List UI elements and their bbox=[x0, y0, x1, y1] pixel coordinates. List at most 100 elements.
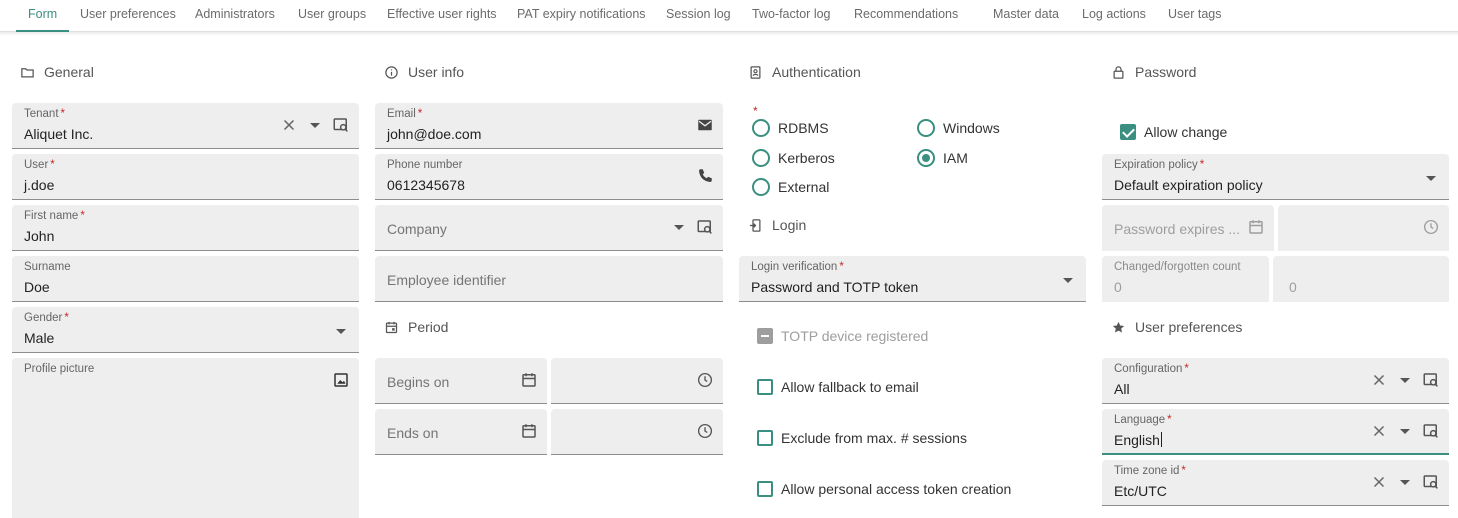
clock-icon bbox=[1421, 217, 1441, 237]
email-label: Email bbox=[387, 108, 416, 120]
radio-windows[interactable]: Windows bbox=[917, 119, 1000, 137]
section-user-preferences: User preferences bbox=[1111, 317, 1242, 337]
employee-identifier-field[interactable]: Employee identifier bbox=[375, 256, 723, 302]
email-value: john@doe.com bbox=[387, 126, 482, 142]
required-mark: * bbox=[1199, 159, 1205, 171]
tab-form[interactable]: Form bbox=[15, 0, 70, 32]
lookup-icon[interactable] bbox=[1421, 421, 1441, 441]
section-general: General bbox=[20, 62, 94, 82]
begins-on-time-field[interactable] bbox=[551, 358, 723, 404]
checkbox-box bbox=[757, 481, 773, 497]
gender-field[interactable]: Gender * Male bbox=[12, 307, 359, 353]
login-verification-field[interactable]: Login verification * Password and TOTP to… bbox=[739, 256, 1086, 302]
tab-recommendations[interactable]: Recommendations bbox=[854, 0, 958, 32]
caret-down-icon[interactable] bbox=[669, 217, 689, 237]
radio-circle bbox=[917, 119, 935, 137]
caret-down-icon[interactable] bbox=[1395, 370, 1415, 390]
section-authentication: Authentication bbox=[748, 62, 861, 82]
radio-external[interactable]: External bbox=[752, 178, 829, 196]
tab-two-factor-log[interactable]: Two-factor log bbox=[752, 0, 831, 32]
phone-field[interactable]: Phone number 0612345678 bbox=[375, 154, 723, 200]
required-mark: * bbox=[60, 108, 66, 120]
second-count-value: 0 bbox=[1289, 279, 1297, 295]
login-verification-value: Password and TOTP token bbox=[751, 279, 919, 295]
language-field[interactable]: Language * English bbox=[1102, 409, 1449, 455]
second-count-field: 0 bbox=[1273, 256, 1449, 302]
timezone-field[interactable]: Time zone id * Etc/UTC bbox=[1102, 460, 1449, 506]
lookup-icon[interactable] bbox=[1421, 472, 1441, 492]
tab-session-log[interactable]: Session log bbox=[666, 0, 731, 32]
lookup-icon[interactable] bbox=[1421, 370, 1441, 390]
lookup-icon[interactable] bbox=[695, 217, 715, 237]
lookup-icon[interactable] bbox=[331, 115, 351, 135]
clear-icon[interactable] bbox=[1369, 421, 1389, 441]
allow-change-checkbox[interactable]: Allow change bbox=[1120, 124, 1227, 140]
phone-icon bbox=[695, 166, 715, 186]
expiration-policy-label: Expiration policy bbox=[1114, 159, 1198, 171]
caret-down-icon[interactable] bbox=[305, 115, 325, 135]
allow-fallback-checkbox[interactable]: Allow fallback to email bbox=[757, 379, 919, 395]
tab-pat-expiry-notifications[interactable]: PAT expiry notifications bbox=[517, 0, 646, 32]
configuration-field[interactable]: Configuration * All bbox=[1102, 358, 1449, 404]
caret-down-icon[interactable] bbox=[1395, 472, 1415, 492]
ends-on-time-field[interactable] bbox=[551, 409, 723, 455]
first-name-value: John bbox=[24, 228, 55, 244]
allow-pat-checkbox[interactable]: Allow personal access token creation bbox=[757, 481, 1011, 497]
first-name-field[interactable]: First name * John bbox=[12, 205, 359, 251]
tab-user-groups[interactable]: User groups bbox=[298, 0, 366, 32]
clear-icon[interactable] bbox=[1369, 472, 1389, 492]
tab-master-data[interactable]: Master data bbox=[993, 0, 1059, 32]
tab-log-actions[interactable]: Log actions bbox=[1082, 0, 1146, 32]
radio-circle bbox=[752, 119, 770, 137]
radio-kerberos-label: Kerberos bbox=[778, 150, 835, 166]
gender-label: Gender bbox=[24, 312, 63, 324]
clear-icon[interactable] bbox=[279, 115, 299, 135]
badge-icon bbox=[750, 65, 761, 79]
radio-external-label: External bbox=[778, 179, 830, 195]
company-placeholder: Company bbox=[387, 221, 447, 237]
surname-field[interactable]: Surname Doe bbox=[12, 256, 359, 302]
checkbox-box bbox=[757, 379, 773, 395]
expiration-policy-field[interactable]: Expiration policy * Default expiration po… bbox=[1102, 154, 1449, 200]
checkbox-indeterminate bbox=[757, 328, 773, 344]
surname-label: Surname bbox=[24, 261, 71, 273]
clock-icon[interactable] bbox=[695, 421, 715, 441]
info-icon bbox=[385, 65, 398, 79]
folder-icon bbox=[21, 67, 34, 77]
caret-down-icon[interactable] bbox=[1421, 168, 1441, 188]
calendar-icon[interactable] bbox=[519, 421, 539, 441]
exclude-sessions-checkbox[interactable]: Exclude from max. # sessions bbox=[757, 430, 967, 446]
tab-effective-user-rights[interactable]: Effective user rights bbox=[387, 0, 497, 32]
caret-down-icon[interactable] bbox=[331, 321, 351, 341]
begins-on-date-field[interactable]: Begins on bbox=[375, 358, 547, 404]
ends-on-date-field[interactable]: Ends on bbox=[375, 409, 547, 455]
user-field[interactable]: User * j.doe bbox=[12, 154, 359, 200]
image-icon[interactable] bbox=[331, 370, 351, 390]
profile-picture-field[interactable]: Profile picture bbox=[12, 358, 359, 518]
tenant-field[interactable]: Tenant * Aliquet Inc. bbox=[12, 103, 359, 149]
radio-iam[interactable]: IAM bbox=[917, 149, 968, 167]
email-field[interactable]: Email * john@doe.com bbox=[375, 103, 723, 149]
caret-down-icon[interactable] bbox=[1058, 270, 1078, 290]
section-user-info-title: User info bbox=[408, 64, 465, 80]
clear-icon[interactable] bbox=[1369, 370, 1389, 390]
checkbox-box bbox=[757, 430, 773, 446]
allow-change-label: Allow change bbox=[1144, 124, 1228, 140]
tab-user-preferences[interactable]: User preferences bbox=[80, 0, 176, 32]
tab-administrators[interactable]: Administrators bbox=[195, 0, 275, 32]
calendar-icon[interactable] bbox=[519, 370, 539, 390]
language-label: Language bbox=[1114, 414, 1166, 426]
required-mark: * bbox=[80, 210, 85, 222]
company-field[interactable]: Company bbox=[375, 205, 723, 251]
password-expires-time-field bbox=[1278, 205, 1449, 251]
text-cursor bbox=[1160, 432, 1162, 447]
required-mark: * bbox=[1181, 465, 1186, 477]
gender-value: Male bbox=[24, 330, 55, 346]
radio-kerberos[interactable]: Kerberos bbox=[752, 149, 835, 167]
required-mark: * bbox=[1184, 363, 1189, 375]
star-icon bbox=[1112, 321, 1125, 332]
caret-down-icon[interactable] bbox=[1395, 421, 1415, 441]
clock-icon[interactable] bbox=[695, 370, 715, 390]
radio-rdbms[interactable]: RDBMS bbox=[752, 119, 829, 137]
tab-user-tags[interactable]: User tags bbox=[1168, 0, 1222, 32]
